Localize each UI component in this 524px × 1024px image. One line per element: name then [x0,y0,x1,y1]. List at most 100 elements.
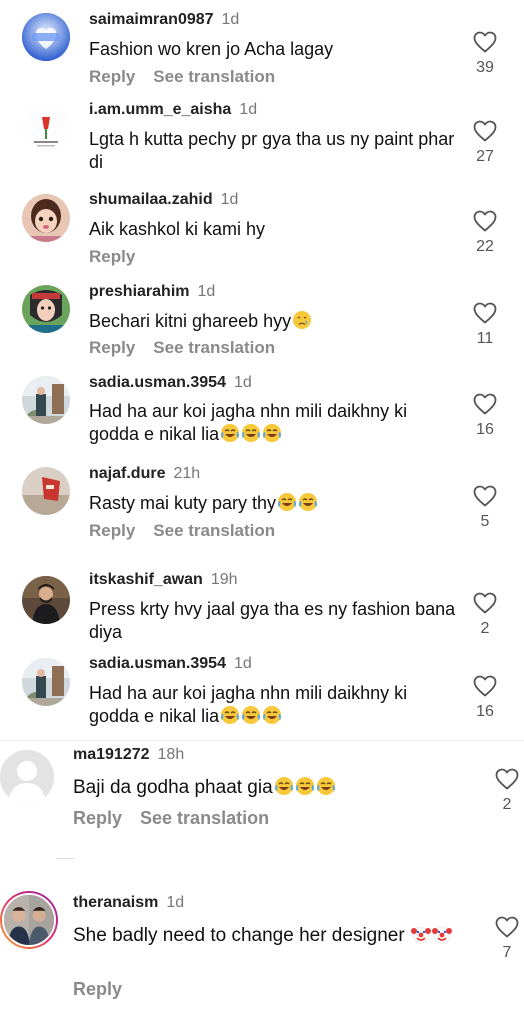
like-control: 27 [470,120,500,166]
like-control: 7 [492,916,522,962]
face-with-tears-of-joy-emoji [316,776,336,796]
like-control: 2 [470,592,500,638]
comment-text: She badly need to change her designer [73,924,473,947]
heart-outline-icon[interactable] [495,768,519,790]
like-count: 5 [480,513,490,530]
username[interactable]: theranaism [73,894,158,911]
see-translation-button[interactable]: See translation [153,67,275,86]
see-translation-button[interactable]: See translation [153,338,275,357]
username[interactable]: i.am.umm_e_aisha [89,101,231,118]
reply-button[interactable]: Reply [89,521,135,540]
heart-outline-icon[interactable] [473,120,497,142]
comment-text: Had ha aur koi jagha nhn mili daikhny ki… [89,682,459,728]
clown-face-emoji [410,924,431,944]
like-control: 16 [470,393,500,439]
timestamp: 1d [197,283,216,300]
face-with-tears-of-joy-emoji [241,423,261,443]
avatar[interactable] [22,103,70,151]
comment-text-content: Lgta h kutta pechy pr gya tha us ny pain… [89,129,455,172]
face-with-tears-of-joy-emoji [277,492,297,512]
heart-outline-icon[interactable] [473,31,497,53]
like-control: 22 [470,210,500,256]
comment-text-content: She badly need to change her designer [73,925,405,946]
face-with-tears-of-joy-emoji [295,776,315,796]
avatar[interactable] [22,194,70,242]
face-with-tears-of-joy-emoji [262,423,282,443]
comment-text-content: Fashion wo kren jo Acha lagay [89,39,334,59]
heart-outline-icon[interactable] [473,302,497,324]
face-with-tears-of-joy-emoji [262,705,282,725]
comment-text-content: Press krty hvy jaal gya tha es ny fashio… [89,599,456,642]
heart-outline-icon[interactable] [473,210,497,232]
username[interactable]: sadia.usman.3954 [89,374,226,391]
comment-text: Rasty mai kuty pary thy [89,492,459,515]
comment-text: Lgta h kutta pechy pr gya tha us ny pain… [89,128,459,174]
section-divider [56,858,74,859]
like-count: 16 [476,421,494,438]
timestamp: 1d [221,11,240,28]
section-divider [0,740,524,741]
face-with-tears-of-joy-emoji [220,423,240,443]
face-with-tears-of-joy-emoji [241,705,261,725]
avatar[interactable] [22,376,70,424]
timestamp: 1d [166,894,185,911]
face-with-tears-of-joy-emoji [220,705,240,725]
heart-outline-icon[interactable] [473,485,497,507]
timestamp: 1d [239,101,258,118]
avatar[interactable] [0,891,58,949]
timestamp: 1d [220,191,239,208]
heart-outline-icon[interactable] [473,592,497,614]
reply-button[interactable]: Reply [89,67,135,86]
reply-button[interactable]: Reply [73,979,122,999]
comment-text: Bechari kitni ghareeb hyy [89,310,459,333]
avatar[interactable] [22,13,70,61]
username[interactable]: preshiarahim [89,283,189,300]
username[interactable]: ma191272 [73,746,150,763]
comment-text: Had ha aur koi jagha nhn mili daikhny ki… [89,400,459,446]
username[interactable]: itskashif_awan [89,571,203,588]
comment-text: Baji da godha phaat gia [73,776,463,799]
like-control: 11 [470,302,500,348]
face-with-tears-of-joy-emoji [298,492,318,512]
timestamp: 21h [173,465,201,482]
like-count: 16 [476,703,494,720]
like-count: 2 [502,796,512,813]
username[interactable]: najaf.dure [89,465,165,482]
see-translation-button[interactable]: See translation [140,808,269,828]
comment-text-content: Baji da godha phaat gia [73,777,273,798]
comment-text-content: Rasty mai kuty pary thy [89,493,277,513]
like-control: 2 [492,768,522,814]
like-count: 39 [476,59,494,76]
comment-text: Press krty hvy jaal gya tha es ny fashio… [89,598,459,644]
reply-button[interactable]: Reply [89,247,135,266]
heart-outline-icon[interactable] [473,675,497,697]
username[interactable]: shumailaa.zahid [89,191,213,208]
like-control: 5 [470,485,500,531]
like-control: 16 [470,675,500,721]
reply-button[interactable]: Reply [89,338,135,357]
username[interactable]: saimaimran0987 [89,11,214,28]
avatar[interactable] [22,658,70,706]
see-translation-button[interactable]: See translation [153,521,275,540]
comment-text: Fashion wo kren jo Acha lagay [89,38,459,61]
timestamp: 1d [233,655,252,672]
avatar[interactable] [22,467,70,515]
like-count: 7 [502,944,512,961]
username[interactable]: sadia.usman.3954 [89,655,226,672]
avatar[interactable] [22,285,70,333]
comment-text: Aik kashkol ki kami hy [89,218,459,241]
avatar[interactable] [0,750,54,804]
like-count: 2 [480,620,490,637]
heart-outline-icon[interactable] [495,916,519,938]
crying-face-emoji [292,310,312,330]
comment-text-content: Bechari kitni ghareeb hyy [89,311,292,331]
timestamp: 19h [210,571,238,588]
like-count: 22 [476,238,494,255]
face-with-tears-of-joy-emoji [274,776,294,796]
timestamp: 18h [157,746,185,763]
like-control: 39 [470,31,500,77]
heart-outline-icon[interactable] [473,393,497,415]
reply-button[interactable]: Reply [73,808,122,828]
like-count: 27 [476,148,494,165]
avatar[interactable] [22,576,70,624]
